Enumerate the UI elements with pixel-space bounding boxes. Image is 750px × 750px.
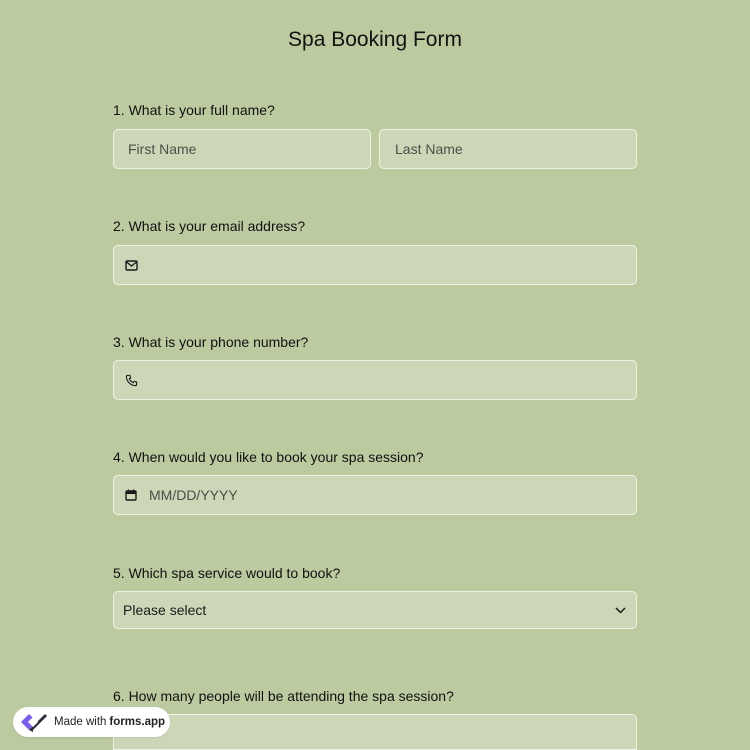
badge-prefix: Made with xyxy=(54,716,107,728)
forms-app-logo xyxy=(19,710,49,734)
date-placeholder: MM/DD/YYYY xyxy=(149,487,238,503)
spa-service-select[interactable]: Please select xyxy=(113,591,637,629)
date-input[interactable]: MM/DD/YYYY xyxy=(113,475,637,515)
last-name-placeholder: Last Name xyxy=(395,141,463,157)
phone-icon xyxy=(123,372,139,388)
badge-brand: forms.app xyxy=(109,716,166,728)
first-name-input[interactable]: First Name xyxy=(113,129,371,169)
question-2-label: 2. What is your email address? xyxy=(113,218,306,234)
question-1-label: 1. What is your full name? xyxy=(113,102,275,118)
attendees-input[interactable] xyxy=(113,714,637,750)
question-6-label: 6. How many people will be attending the… xyxy=(113,688,454,704)
form-title: Spa Booking Form xyxy=(288,28,462,51)
question-4-label: 4. When would you like to book your spa … xyxy=(113,449,424,465)
question-5-label: 5. Which spa service would to book? xyxy=(113,565,341,581)
calendar-icon xyxy=(123,487,139,503)
email-input[interactable] xyxy=(113,245,637,285)
first-name-placeholder: First Name xyxy=(128,141,197,157)
phone-input[interactable] xyxy=(113,360,637,400)
question-3-label: 3. What is your phone number? xyxy=(113,334,309,350)
spa-booking-page: Spa Booking Form 1. What is your full na… xyxy=(0,0,750,750)
mail-icon xyxy=(123,257,139,273)
spa-service-selected: Please select xyxy=(123,602,207,618)
chevron-down-icon xyxy=(615,606,626,614)
last-name-input[interactable]: Last Name xyxy=(379,129,637,169)
made-with-badge[interactable]: Made with forms.app xyxy=(13,707,170,737)
